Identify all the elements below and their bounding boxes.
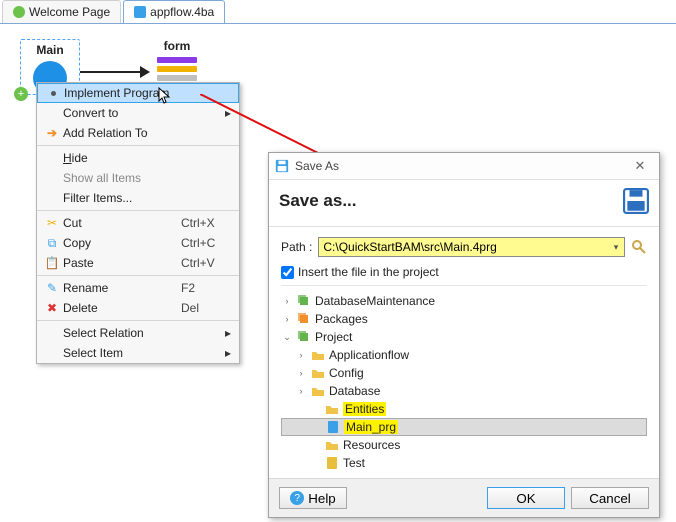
arrow-icon: ➔ [41, 126, 63, 140]
submenu-arrow-icon: ▸ [225, 326, 231, 340]
folder-icon [325, 402, 339, 416]
menu-select-relation[interactable]: Select Relation ▸ [37, 323, 239, 343]
menu-hide[interactable]: Hide [37, 148, 239, 168]
cut-icon: ✂ [41, 216, 63, 230]
menu-cut[interactable]: ✂ Cut Ctrl+X [37, 213, 239, 233]
form-node[interactable]: form [152, 39, 202, 84]
tree-item-database[interactable]: › Database [281, 382, 647, 400]
path-input[interactable] [319, 239, 608, 255]
twist-icon[interactable]: › [295, 386, 307, 396]
dialog-heading: Save as... [279, 191, 623, 211]
welcome-icon [13, 6, 25, 18]
dropdown-icon[interactable]: ▾ [608, 242, 624, 253]
twist-icon[interactable]: › [295, 368, 307, 378]
menu-separator [37, 320, 239, 321]
menu-rename[interactable]: ✎ Rename F2 [37, 278, 239, 298]
tab-welcome[interactable]: Welcome Page [2, 0, 121, 23]
menu-select-item[interactable]: Select Item ▸ [37, 343, 239, 363]
package-icon [297, 294, 311, 308]
dialog-footer: ? Help OK Cancel [269, 478, 659, 517]
context-menu: Implement Program Convert to ▸ ➔ Add Rel… [36, 82, 240, 364]
file-icon [325, 456, 339, 470]
bullet-icon [42, 91, 64, 96]
menu-implement-program[interactable]: Implement Program [37, 83, 239, 103]
twist-icon[interactable]: › [281, 296, 293, 306]
dialog-body: Path : ▾ Insert the file in the project … [269, 227, 659, 478]
tree-item-databasemaintenance[interactable]: › DatabaseMaintenance [281, 292, 647, 310]
diagram-canvas[interactable]: Main + form Implement Program Convert to… [0, 24, 676, 522]
paste-icon: 📋 [41, 256, 63, 270]
folder-icon [311, 366, 325, 380]
tree-item-packages[interactable]: › Packages [281, 310, 647, 328]
form-node-label: form [152, 39, 202, 53]
dialog-header: Save as... [269, 180, 659, 227]
rename-icon: ✎ [41, 281, 63, 295]
help-button[interactable]: ? Help [279, 487, 347, 509]
package-icon [297, 312, 311, 326]
menu-separator [37, 145, 239, 146]
tree-item-test[interactable]: Test [281, 454, 647, 472]
copy-icon: ⧉ [41, 236, 63, 251]
save-as-dialog: Save As ✕ Save as... Path : ▾ [268, 152, 660, 518]
dialog-titlebar[interactable]: Save As ✕ [269, 153, 659, 180]
menu-separator [37, 275, 239, 276]
folder-icon [311, 384, 325, 398]
menu-show-all-items: Show all Items [37, 168, 239, 188]
insert-checkbox-input[interactable] [281, 266, 294, 279]
twist-icon[interactable]: › [295, 350, 307, 360]
browse-button[interactable] [631, 239, 647, 255]
insert-in-project-checkbox[interactable]: Insert the file in the project [281, 265, 647, 279]
submenu-arrow-icon: ▸ [225, 106, 231, 120]
tree-item-resources[interactable]: Resources [281, 436, 647, 454]
ok-button[interactable]: OK [487, 487, 565, 509]
tab-bar: Welcome Page appflow.4ba [0, 0, 676, 24]
menu-convert-to[interactable]: Convert to ▸ [37, 103, 239, 123]
menu-filter-items[interactable]: Filter Items... [37, 188, 239, 208]
form-node-icon [157, 57, 197, 81]
close-button[interactable]: ✕ [625, 156, 655, 176]
menu-separator [37, 210, 239, 211]
twist-icon[interactable]: ⌄ [281, 332, 293, 343]
arrow-line-icon [80, 71, 140, 73]
relation-arrow[interactable] [80, 66, 150, 78]
file-icon [326, 420, 340, 434]
floppy-icon [623, 188, 649, 214]
package-icon [297, 330, 311, 344]
tree-item-config[interactable]: › Config [281, 364, 647, 382]
tab-label: appflow.4ba [150, 5, 214, 19]
tab-appflow[interactable]: appflow.4ba [123, 0, 225, 23]
add-badge-icon[interactable]: + [14, 87, 28, 101]
close-icon: ✕ [635, 158, 646, 174]
tree-item-project[interactable]: ⌄ Project [281, 328, 647, 346]
tab-label: Welcome Page [29, 5, 110, 19]
save-icon [275, 159, 289, 173]
tree-item-main-prg[interactable]: Main_prg [281, 418, 647, 436]
insert-checkbox-label: Insert the file in the project [298, 265, 439, 279]
menu-add-relation-to[interactable]: ➔ Add Relation To [37, 123, 239, 143]
path-row: Path : ▾ [281, 237, 647, 257]
main-node-label: Main [21, 40, 79, 57]
submenu-arrow-icon: ▸ [225, 346, 231, 360]
cancel-button[interactable]: Cancel [571, 487, 649, 509]
menu-paste[interactable]: 📋 Paste Ctrl+V [37, 253, 239, 273]
project-tree[interactable]: › DatabaseMaintenance › Packages ⌄ Proje… [281, 285, 647, 472]
dialog-title: Save As [295, 159, 625, 173]
menu-delete[interactable]: ✖ Delete Del [37, 298, 239, 318]
help-icon: ? [290, 491, 304, 505]
menu-copy[interactable]: ⧉ Copy Ctrl+C [37, 233, 239, 253]
folder-icon [325, 438, 339, 452]
path-combo[interactable]: ▾ [318, 237, 625, 257]
arrow-head-icon [140, 66, 150, 78]
tree-item-applicationflow[interactable]: › Applicationflow [281, 346, 647, 364]
delete-icon: ✖ [41, 301, 63, 315]
file-icon [134, 6, 146, 18]
folder-icon [311, 348, 325, 362]
path-label: Path : [281, 240, 312, 254]
tree-item-entities[interactable]: Entities [281, 400, 647, 418]
twist-icon[interactable]: › [281, 314, 293, 324]
